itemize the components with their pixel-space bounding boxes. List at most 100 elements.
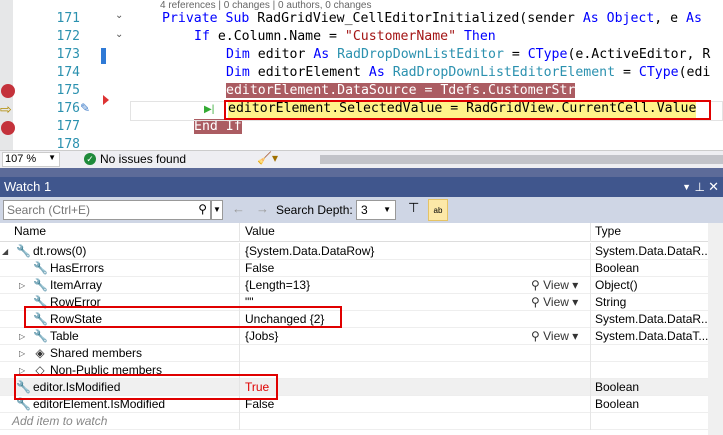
search-depth-value: 3	[361, 203, 368, 217]
hex-display-toggle[interactable]: ab	[428, 199, 448, 221]
line-number: 177	[56, 119, 80, 134]
code-cleanup-icon[interactable]: 🧹▾	[257, 151, 278, 165]
type-cell: Boolean	[595, 397, 640, 411]
code-line[interactable]: If e.Column.Name = "CustomerName" Then	[194, 28, 496, 46]
column-header-name[interactable]: Name	[0, 223, 240, 242]
back-arrow-icon[interactable]: ←	[232, 201, 245, 216]
code-token: As	[360, 65, 393, 80]
line-number: 172	[56, 29, 80, 44]
watch-title: Watch 1	[4, 179, 52, 194]
value-cell[interactable]: False	[241, 260, 591, 277]
code-token: editorElement	[257, 65, 361, 80]
value-cell[interactable]: True	[241, 379, 591, 396]
search-depth-select[interactable]: 3 ▼	[356, 200, 396, 220]
code-token: As	[686, 11, 702, 26]
value-cell[interactable]: False	[241, 396, 591, 413]
value-cell[interactable]: {Jobs} ⚲ View ▾	[241, 328, 591, 345]
code-token: End If	[194, 119, 242, 134]
zoom-dropdown[interactable]: 107 % ▼	[2, 152, 60, 167]
breakpoint-icon[interactable]	[1, 84, 15, 98]
value-cell[interactable]: {Length=13} ⚲ View ▾	[241, 277, 591, 294]
watch-value: {System.Data.DataRow}	[245, 244, 375, 258]
code-token: =	[615, 65, 639, 80]
run-to-cursor-icon[interactable]: ▶|	[204, 104, 214, 115]
code-token: Dim	[226, 47, 258, 62]
code-line[interactable]: editorElement.DataSource = Tdefs.Custome…	[226, 82, 576, 100]
value-cell[interactable]: {System.Data.DataRow}	[241, 243, 591, 260]
forward-arrow-icon[interactable]: →	[256, 201, 269, 216]
code-line[interactable]: Dim editor As RadDropDownListEditor = CT…	[226, 46, 710, 64]
code-token: CType	[638, 65, 679, 80]
value-cell[interactable]	[241, 345, 591, 362]
value-cell[interactable]	[241, 362, 591, 379]
view-visualizer-button[interactable]: ⚲ View ▾	[531, 328, 578, 345]
watch-row[interactable]: ▷ ◈ Shared members	[0, 345, 708, 362]
code-editor[interactable]: 4 references | 0 changes | 0 authors, 0 …	[0, 0, 723, 150]
name-cell: ▷ 🔧 Table	[0, 328, 240, 345]
name-cell: Add item to watch	[0, 413, 240, 430]
wrench-icon: 🔧	[33, 261, 48, 275]
view-visualizer-button[interactable]: ⚲ View ▾	[531, 294, 578, 311]
window-menu-icon[interactable]: ▼	[682, 177, 691, 197]
close-icon[interactable]: ✕	[708, 177, 719, 197]
wrench-icon: 🔧	[33, 329, 48, 343]
column-header-type[interactable]: Type	[592, 223, 708, 242]
expander-icon[interactable]: ▷	[19, 328, 25, 345]
pin-to-source-icon[interactable]: ⊤	[408, 200, 419, 216]
name-cell: ▷ ◈ Shared members	[0, 345, 240, 362]
current-statement-arrow-icon: ⇨	[0, 101, 12, 117]
collapse-icon[interactable]: ⌄	[115, 29, 123, 40]
vertical-scrollbar[interactable]	[708, 223, 723, 435]
watch-row[interactable]: ◢ 🔧 dt.rows(0) {System.Data.DataRow} System.…	[0, 243, 708, 260]
watch-name: Table	[50, 329, 79, 343]
value-cell[interactable]	[241, 413, 591, 430]
code-line[interactable]: Dim editorElement As RadDropDownListEdit…	[226, 64, 710, 82]
add-watch-row[interactable]: Add item to watch	[0, 413, 708, 430]
dropdown-icon: ▾	[568, 329, 579, 343]
highlight-box	[24, 306, 342, 328]
line-number: 176	[56, 101, 80, 116]
splitter[interactable]	[0, 168, 723, 177]
highlight-box	[224, 100, 711, 120]
expander-icon[interactable]: ▷	[19, 277, 25, 294]
search-box[interactable]: ⚲	[3, 200, 211, 220]
view-visualizer-button[interactable]: ⚲ View ▾	[531, 277, 578, 294]
expander-icon[interactable]: ▷	[19, 345, 25, 362]
magnifier-icon: ⚲	[531, 278, 544, 292]
code-token: As	[313, 47, 338, 62]
code-token: editorElement.DataSource = Tdefs.Custome…	[226, 83, 576, 98]
code-token: As	[582, 11, 607, 26]
search-dropdown[interactable]: ▼	[211, 200, 223, 220]
expander-icon[interactable]: ◢	[2, 243, 8, 260]
pin-icon[interactable]: ⊥	[695, 177, 705, 197]
wrench-icon: 🔧	[33, 278, 48, 292]
line-number: 171	[56, 11, 80, 26]
issues-status[interactable]: No issues found	[100, 152, 186, 166]
line-number: 175	[56, 83, 80, 98]
search-input[interactable]	[4, 201, 184, 219]
code-line[interactable]: Private Sub RadGridView_CellEditorInitia…	[162, 10, 702, 28]
type-cell	[592, 345, 708, 362]
search-depth-label: Search Depth:	[276, 203, 353, 217]
breakpoint-icon[interactable]	[1, 121, 15, 135]
watch-row[interactable]: 🔧 HasErrors False Boolean	[0, 260, 708, 277]
code-token: editor	[257, 47, 314, 62]
column-header-value[interactable]: Value	[241, 223, 591, 242]
type-cell	[592, 362, 708, 379]
watch-name: ItemArray	[50, 278, 103, 292]
watch-name: dt.rows(0)	[33, 244, 87, 258]
type-cell: String	[595, 295, 627, 309]
type-cell: Boolean	[595, 261, 640, 275]
horizontal-scrollbar[interactable]	[320, 155, 723, 164]
search-icon[interactable]: ⚲	[198, 202, 207, 216]
watch-row[interactable]: ▷ 🔧 ItemArray {Length=13} ⚲ View ▾ Object()	[0, 277, 708, 294]
code-token: (e.ActiveEditor, R	[567, 47, 711, 62]
line-number: 178	[56, 137, 80, 150]
watch-row[interactable]: ▷ 🔧 Table {Jobs} ⚲ View ▾ System.Data.DataT..…	[0, 328, 708, 345]
code-token: If	[194, 29, 218, 44]
watch-toolbar: ⚲ ▼ ← → Search Depth: 3▼ ⊤ ab	[0, 197, 723, 223]
dropdown-icon: ▾	[568, 295, 579, 309]
dropdown-icon: ▾	[568, 278, 579, 292]
type-cell: Boolean	[595, 380, 640, 394]
collapse-icon[interactable]: ⌄	[115, 10, 123, 21]
